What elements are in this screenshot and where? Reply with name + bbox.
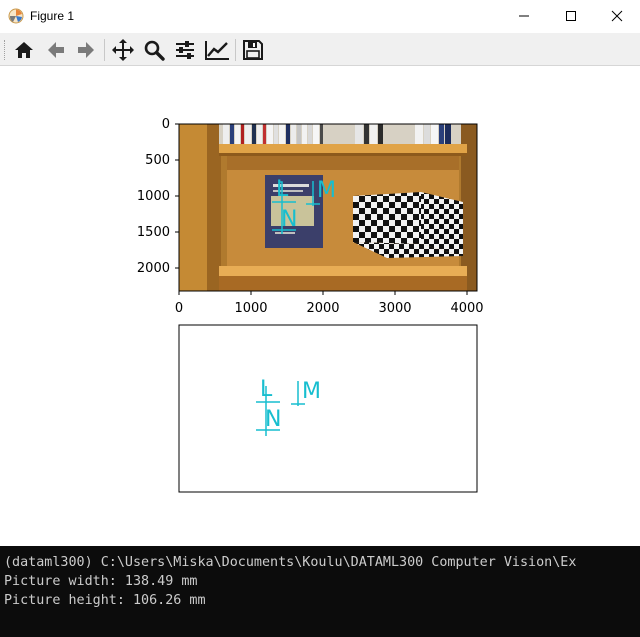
forward-button[interactable]: [73, 38, 99, 62]
pan-button[interactable]: [110, 38, 136, 62]
y-tick-label: 0: [162, 117, 170, 132]
line-chart-icon: [205, 41, 229, 60]
maximize-icon: [566, 11, 576, 21]
toolbar-separator: [235, 39, 236, 61]
minimize-icon: [519, 15, 529, 17]
top-axes[interactable]: M N L 0 500 1000 1500 2000 0 1000 2000 3…: [137, 117, 484, 316]
title-bar: Figure 1: [0, 0, 640, 33]
annotation-label-n: N: [281, 207, 297, 232]
home-icon: [15, 42, 33, 58]
y-tick-label: 1500: [137, 225, 170, 240]
console-output-line: Picture height: 106.26 mm: [4, 593, 206, 608]
x-tick-label: 2000: [306, 301, 339, 316]
floppy-disk-icon: [243, 40, 263, 60]
annotation-label-m: M: [302, 379, 321, 404]
bottom-axes-frame: [178, 324, 478, 493]
annotation-label-l: L: [260, 377, 273, 402]
magnifier-icon: [144, 40, 165, 61]
minimize-button[interactable]: [501, 0, 547, 32]
y-tick-label: 2000: [137, 261, 170, 276]
move-icon: [112, 39, 134, 61]
x-tick-label: 0: [175, 301, 183, 316]
bottom-axes[interactable]: M N L: [163, 324, 478, 493]
figure-canvas[interactable]: M N L 0 500 1000 1500 2000 0 1000 2000 3…: [0, 66, 640, 546]
toolbar-separator: [104, 39, 105, 61]
edit-axis-button[interactable]: [204, 38, 230, 62]
x-tick-label: 4000: [450, 301, 483, 316]
arrow-right-icon: [78, 42, 94, 58]
x-tick-label: 1000: [234, 301, 267, 316]
save-button[interactable]: [240, 38, 266, 62]
maximize-button[interactable]: [548, 0, 594, 32]
annotation-label-m: M: [317, 178, 336, 203]
terminal-console[interactable]: (dataml300) C:\Users\Miska\Documents\Kou…: [0, 546, 640, 637]
matplotlib-figure-icon: [8, 8, 24, 24]
home-button[interactable]: [11, 38, 37, 62]
close-icon: [611, 10, 623, 22]
sliders-icon: [176, 41, 194, 59]
annotation-label-n: N: [265, 407, 281, 432]
navigation-toolbar: [0, 33, 640, 66]
console-output-line: Picture width: 138.49 mm: [4, 574, 198, 589]
subplots-button[interactable]: [172, 38, 198, 62]
close-button[interactable]: [594, 0, 640, 32]
y-tick-label: 1000: [137, 189, 170, 204]
arrow-left-icon: [48, 42, 64, 58]
back-button[interactable]: [43, 38, 69, 62]
window-title: Figure 1: [30, 9, 75, 23]
toolbar-grip: [4, 40, 7, 60]
annotation-label-l: L: [276, 177, 289, 202]
zoom-button[interactable]: [141, 38, 167, 62]
y-tick-label: 500: [145, 153, 170, 168]
console-prompt-line: (dataml300) C:\Users\Miska\Documents\Kou…: [4, 555, 577, 570]
x-tick-label: 3000: [378, 301, 411, 316]
